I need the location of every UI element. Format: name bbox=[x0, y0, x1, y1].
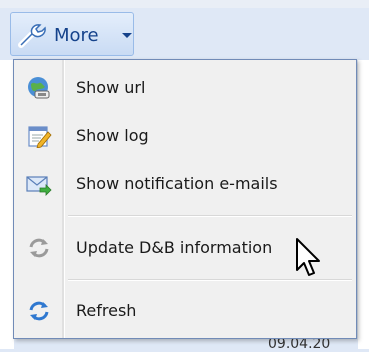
menu-item-refresh[interactable]: Refresh bbox=[16, 290, 354, 332]
chevron-down-icon bbox=[122, 33, 132, 38]
menu-item-label: Refresh bbox=[76, 301, 137, 320]
globe-link-icon bbox=[26, 76, 52, 100]
more-button-label: More bbox=[54, 25, 99, 46]
wrench-icon bbox=[17, 21, 49, 49]
page-background-right bbox=[358, 60, 369, 349]
page-header-strip bbox=[0, 0, 369, 8]
menu-separator bbox=[68, 215, 352, 217]
menu-item-label: Show log bbox=[76, 126, 149, 145]
menu-item-show-notification-emails[interactable]: Show notification e-mails bbox=[16, 163, 354, 205]
email-arrow-icon bbox=[26, 172, 52, 196]
refresh-icon bbox=[26, 299, 52, 323]
page-background-left bbox=[0, 60, 14, 349]
mouse-cursor-icon bbox=[294, 237, 326, 279]
menu-item-show-url[interactable]: Show url bbox=[16, 67, 354, 109]
menu-item-label: Show notification e-mails bbox=[76, 174, 278, 193]
menu-separator bbox=[68, 279, 352, 281]
menu-item-label: Update D&B information bbox=[76, 238, 273, 257]
refresh-gray-icon bbox=[26, 236, 52, 260]
more-menu: Show url Show log Show notification e-ma… bbox=[13, 59, 357, 339]
menu-item-show-log[interactable]: Show log bbox=[16, 115, 354, 157]
log-edit-icon bbox=[26, 124, 52, 149]
more-button[interactable]: More bbox=[10, 12, 134, 56]
menu-item-label: Show url bbox=[76, 78, 146, 97]
